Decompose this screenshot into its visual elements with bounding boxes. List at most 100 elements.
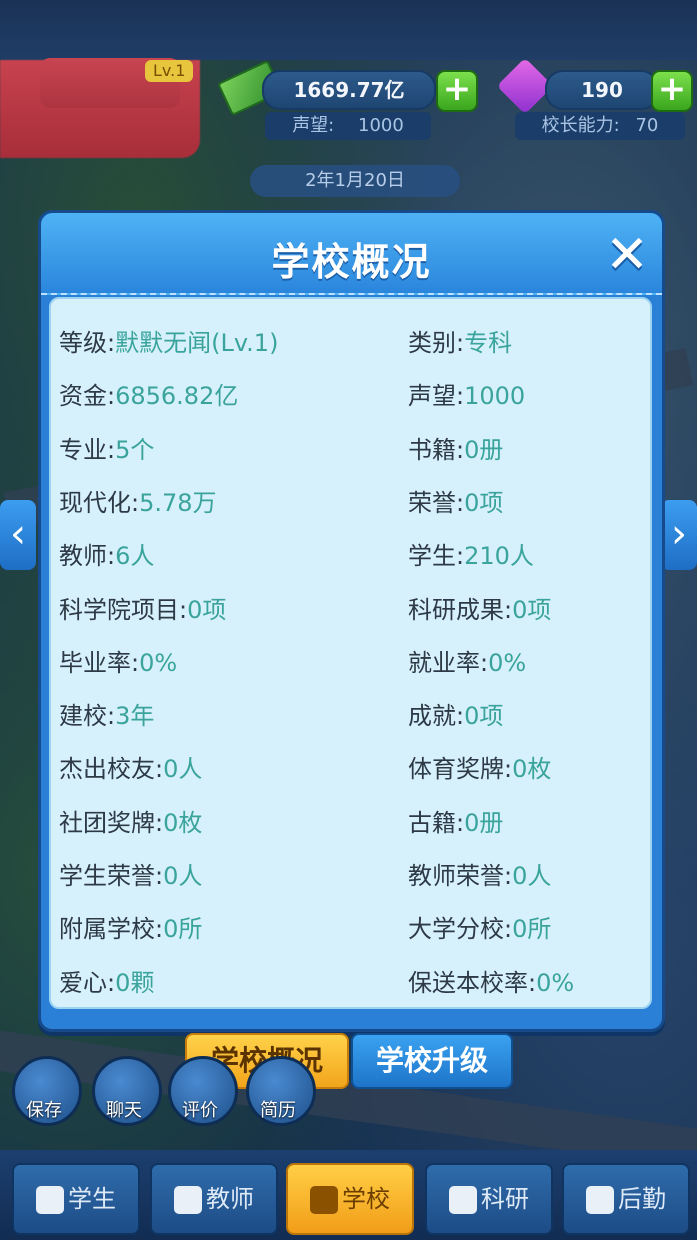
principal-label: 校长能力: bbox=[541, 115, 620, 136]
stat-left-5: 科学院项目:0项 bbox=[59, 590, 226, 625]
rating-label: 评价 bbox=[182, 1100, 218, 1121]
stats-panel: 等级:默默无闻(Lv.1) 资金:6856.82亿 专业:5个 现代化:5.78万 教师… bbox=[49, 297, 652, 1009]
stat-label: 声望: bbox=[408, 382, 465, 411]
stat-label: 杰出校友: bbox=[59, 755, 164, 784]
teacher-icon bbox=[174, 1186, 202, 1214]
stat-left-3: 现代化:5.78万 bbox=[59, 483, 217, 518]
school-overview-dialog: 学校概况 ✕ 等级:默默无闻(Lv.1) 资金:6856.82亿 专业:5个 现代化:… bbox=[38, 210, 665, 1032]
stat-label: 大学分校: bbox=[408, 915, 513, 944]
stat-label: 学生: bbox=[408, 542, 465, 571]
stat-left-12: 爱心:0颗 bbox=[59, 963, 154, 998]
stat-left-9: 社团奖牌:0枚 bbox=[59, 803, 202, 838]
nav-student[interactable]: 学生 bbox=[12, 1163, 140, 1235]
nav-label: 教师 bbox=[206, 1185, 254, 1213]
dialog-header: 学校概况 ✕ bbox=[41, 213, 662, 295]
add-gem-button[interactable]: + bbox=[651, 70, 693, 112]
left-arrow-button[interactable]: ‹ bbox=[0, 500, 36, 570]
stat-left-1: 资金:6856.82亿 bbox=[59, 376, 238, 411]
stat-left-11: 附属学校:0所 bbox=[59, 909, 202, 944]
stat-value: 0人 bbox=[163, 862, 203, 890]
stat-value: 0颗 bbox=[115, 968, 155, 997]
stat-value: 0项 bbox=[187, 595, 227, 624]
stat-label: 保送本校率: bbox=[408, 968, 537, 997]
principal-ability-display: 校长能力: 70 bbox=[515, 112, 685, 140]
right-arrow-button[interactable]: › bbox=[661, 500, 697, 570]
stat-value: 专科 bbox=[464, 329, 513, 357]
stat-label: 就业率: bbox=[408, 648, 489, 677]
nav-label: 学校 bbox=[342, 1185, 390, 1213]
stat-value: 默默无闻(Lv.1) bbox=[115, 329, 279, 357]
tab-school-upgrade[interactable]: 学校升级 bbox=[351, 1033, 513, 1089]
stat-label: 等级: bbox=[59, 329, 116, 357]
dialog-title: 学校概况 bbox=[271, 240, 432, 284]
stat-value: 0枚 bbox=[512, 755, 552, 784]
stat-label: 类别: bbox=[408, 329, 465, 357]
stat-right-9: 古籍:0册 bbox=[408, 803, 503, 838]
stat-left-10: 学生荣誉:0人 bbox=[59, 856, 202, 891]
stat-label: 荣誉: bbox=[408, 488, 465, 517]
stat-value: 0% bbox=[139, 648, 178, 677]
stat-right-6: 就业率:0% bbox=[408, 643, 526, 678]
reputation-value: 1000 bbox=[358, 115, 404, 136]
stat-value: 0项 bbox=[464, 488, 504, 517]
top-bar: Lv.1 1669.77亿 + 声望: 1000 190 + 校长能力: 70 … bbox=[0, 0, 697, 197]
nav-logistics[interactable]: 后勤 bbox=[562, 1163, 690, 1235]
nav-label: 科研 bbox=[481, 1185, 529, 1213]
stat-value: 5个 bbox=[115, 435, 155, 464]
stat-left-4: 教师:6人 bbox=[59, 536, 154, 571]
level-tag: Lv.1 bbox=[145, 60, 194, 82]
stat-value: 0人 bbox=[512, 862, 552, 890]
stat-value: 0所 bbox=[163, 915, 203, 944]
nav-research[interactable]: 科研 bbox=[425, 1163, 553, 1235]
nav-label: 学生 bbox=[68, 1185, 116, 1213]
top-strip bbox=[0, 0, 697, 60]
stat-label: 学生荣誉: bbox=[59, 862, 164, 890]
stat-right-1: 声望:1000 bbox=[408, 376, 525, 411]
stat-right-5: 科研成果:0项 bbox=[408, 590, 551, 625]
stat-value: 6856.82亿 bbox=[115, 382, 239, 411]
add-money-button[interactable]: + bbox=[436, 70, 478, 112]
research-icon bbox=[449, 1186, 477, 1214]
stat-label: 社团奖牌: bbox=[59, 808, 164, 837]
stat-label: 教师: bbox=[59, 542, 116, 571]
nav-label: 后勤 bbox=[618, 1185, 666, 1213]
stat-label: 建校: bbox=[59, 702, 116, 731]
stat-value: 210人 bbox=[464, 542, 534, 571]
gem-display: 190 bbox=[545, 70, 659, 110]
stat-left-2: 专业:5个 bbox=[59, 430, 154, 465]
stat-right-3: 荣誉:0项 bbox=[408, 483, 503, 518]
stat-left-6: 毕业率:0% bbox=[59, 643, 177, 678]
stat-right-10: 教师荣誉:0人 bbox=[408, 856, 551, 891]
stat-value: 5.78万 bbox=[139, 488, 217, 517]
stat-label: 资金: bbox=[59, 382, 116, 411]
stat-value: 3年 bbox=[115, 702, 155, 731]
nav-school[interactable]: 学校 bbox=[286, 1163, 414, 1235]
stat-label: 科研成果: bbox=[408, 595, 513, 624]
stat-value: 0册 bbox=[464, 808, 504, 837]
stat-label: 现代化: bbox=[59, 488, 140, 517]
money-display: 1669.77亿 bbox=[262, 70, 436, 110]
stat-label: 书籍: bbox=[408, 435, 465, 464]
stat-right-0: 类别:专科 bbox=[408, 323, 512, 358]
stat-value: 0人 bbox=[163, 755, 203, 784]
stat-label: 古籍: bbox=[408, 808, 465, 837]
stat-value: 0枚 bbox=[163, 808, 203, 837]
stat-label: 教师荣誉: bbox=[408, 862, 513, 890]
stat-right-4: 学生:210人 bbox=[408, 536, 534, 571]
stat-value: 0所 bbox=[512, 915, 552, 944]
stat-label: 体育奖牌: bbox=[408, 755, 513, 784]
close-icon[interactable]: ✕ bbox=[602, 229, 652, 281]
resume-label: 简历 bbox=[260, 1100, 296, 1121]
chat-label: 聊天 bbox=[106, 1100, 142, 1121]
stat-label: 专业: bbox=[59, 435, 116, 464]
stat-left-7: 建校:3年 bbox=[59, 696, 154, 731]
save-label: 保存 bbox=[26, 1100, 62, 1121]
stat-left-8: 杰出校友:0人 bbox=[59, 749, 202, 784]
reputation-display: 声望: 1000 bbox=[265, 112, 431, 140]
stat-label: 科学院项目: bbox=[59, 595, 188, 624]
stat-label: 毕业率: bbox=[59, 648, 140, 677]
nav-teacher[interactable]: 教师 bbox=[150, 1163, 278, 1235]
stat-right-7: 成就:0项 bbox=[408, 696, 503, 731]
logistics-icon bbox=[586, 1186, 614, 1214]
stat-label: 爱心: bbox=[59, 968, 116, 997]
